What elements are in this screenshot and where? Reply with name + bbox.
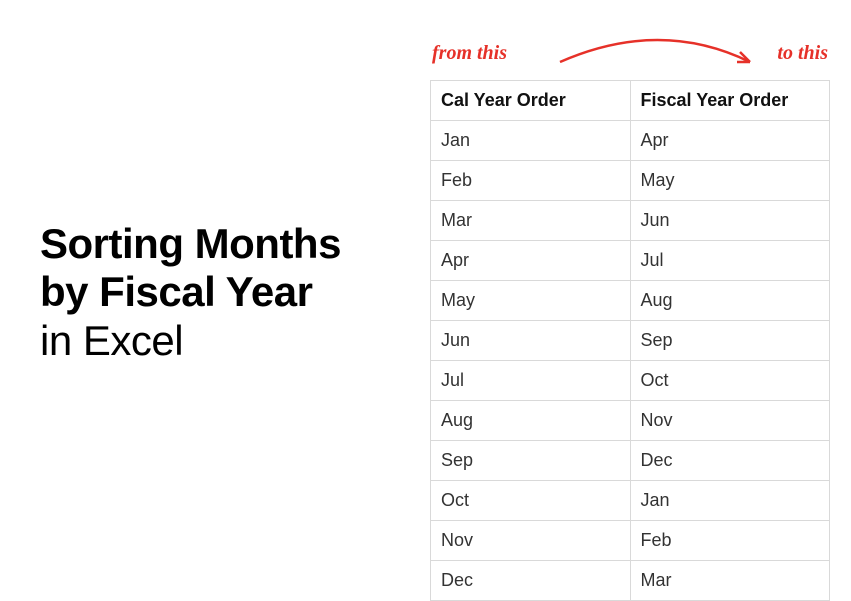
cell-cal-year: Feb [431,161,631,201]
cell-fiscal-year: Oct [630,361,830,401]
cell-fiscal-year: Mar [630,561,830,601]
cell-cal-year: Nov [431,521,631,561]
cell-fiscal-year: Jan [630,481,830,521]
title-line-2: by Fiscal Year [40,268,420,316]
annotation-row: from this to this [430,40,830,76]
cell-fiscal-year: Jun [630,201,830,241]
cell-fiscal-year: Feb [630,521,830,561]
table-row: DecMar [431,561,830,601]
arrow-icon [550,30,770,80]
cell-cal-year: Oct [431,481,631,521]
cell-cal-year: May [431,281,631,321]
cell-cal-year: Mar [431,201,631,241]
table-row: JanApr [431,121,830,161]
months-table: Cal Year Order Fiscal Year Order JanAprF… [430,80,830,601]
cell-cal-year: Aug [431,401,631,441]
cell-fiscal-year: Nov [630,401,830,441]
title-line-1: Sorting Months [40,220,420,268]
cell-fiscal-year: Apr [630,121,830,161]
table-row: MarJun [431,201,830,241]
cell-cal-year: Sep [431,441,631,481]
page-title: Sorting Months by Fiscal Year in Excel [40,220,420,365]
cell-cal-year: Jun [431,321,631,361]
cell-fiscal-year: May [630,161,830,201]
table-row: JulOct [431,361,830,401]
header-fiscal-year: Fiscal Year Order [630,81,830,121]
table-row: NovFeb [431,521,830,561]
cell-fiscal-year: Sep [630,321,830,361]
table-row: AprJul [431,241,830,281]
table-row: AugNov [431,401,830,441]
table-row: SepDec [431,441,830,481]
from-this-label: from this [432,42,507,65]
cell-fiscal-year: Aug [630,281,830,321]
cell-cal-year: Apr [431,241,631,281]
table-row: JunSep [431,321,830,361]
table-row: MayAug [431,281,830,321]
cell-fiscal-year: Dec [630,441,830,481]
cell-cal-year: Jan [431,121,631,161]
table-header-row: Cal Year Order Fiscal Year Order [431,81,830,121]
table-section: from this to this Cal Year Order Fiscal … [430,40,830,601]
cell-cal-year: Dec [431,561,631,601]
table-row: OctJan [431,481,830,521]
cell-cal-year: Jul [431,361,631,401]
to-this-label: to this [777,42,828,65]
cell-fiscal-year: Jul [630,241,830,281]
header-cal-year: Cal Year Order [431,81,631,121]
title-line-3: in Excel [40,317,420,365]
table-row: FebMay [431,161,830,201]
